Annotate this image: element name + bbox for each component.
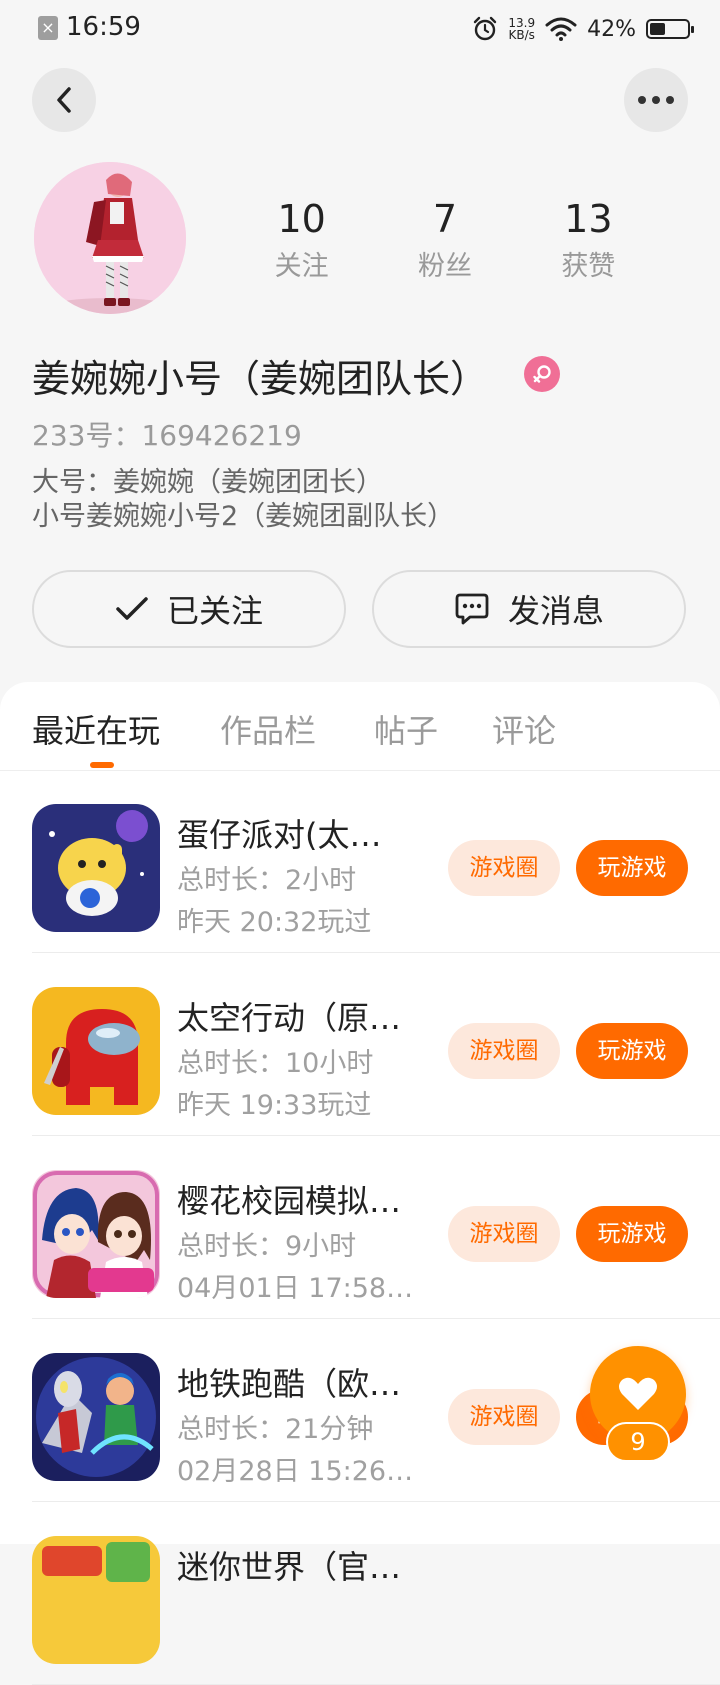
wifi-icon bbox=[545, 17, 577, 41]
stat-fans[interactable]: 7 粉丝 bbox=[373, 196, 516, 283]
status-right-group: 13.9 KB/s 42% bbox=[472, 12, 694, 46]
tab-comments[interactable]: 评论 bbox=[492, 706, 556, 752]
alarm-icon bbox=[474, 16, 497, 41]
battery-percent: 42% bbox=[587, 16, 636, 42]
tab-posts[interactable]: 帖子 bbox=[374, 706, 438, 752]
game-name: 迷你世界（官… bbox=[177, 1548, 402, 1586]
game-total-time: 总时长：21分钟 bbox=[177, 1414, 374, 1445]
game-icon-eggy-party bbox=[32, 804, 160, 932]
stat-likes[interactable]: 13 获赞 bbox=[517, 196, 660, 283]
network-speed-unit: KB/s bbox=[508, 28, 535, 42]
play-game-button[interactable]: 玩游戏 bbox=[576, 1206, 688, 1262]
game-icon-space-action bbox=[32, 987, 160, 1115]
game-circle-button[interactable]: 游戏圈 bbox=[448, 1023, 560, 1079]
send-message-label: 发消息 bbox=[507, 592, 604, 630]
game-last-played: 04月01日 17:58… bbox=[177, 1273, 414, 1304]
like-count-badge: 9 bbox=[606, 1422, 670, 1462]
game-last-played: 昨天 20:32玩过 bbox=[177, 907, 372, 938]
tab-active-indicator bbox=[90, 762, 114, 768]
stat-value: 10 bbox=[277, 197, 326, 241]
followed-button[interactable]: 已关注 bbox=[32, 570, 346, 648]
game-name: 樱花校园模拟… bbox=[177, 1182, 402, 1220]
stat-label: 获赞 bbox=[561, 251, 616, 282]
game-name: 地铁跑酷（欧… bbox=[177, 1365, 402, 1403]
bio-line: 大号：姜婉婉（姜婉团团长） bbox=[32, 467, 383, 498]
tab-works[interactable]: 作品栏 bbox=[220, 706, 316, 752]
game-name: 蛋仔派对(太… bbox=[177, 816, 382, 854]
chat-bubble-icon bbox=[455, 593, 489, 625]
status-time: 16:59 bbox=[66, 12, 141, 42]
game-circle-button[interactable]: 游戏圈 bbox=[448, 1206, 560, 1262]
tab-bar: 最近在玩 作品栏 帖子 评论 bbox=[0, 682, 720, 771]
battery-level bbox=[650, 23, 665, 35]
game-total-time: 总时长：10小时 bbox=[177, 1048, 374, 1079]
game-list-item[interactable]: 迷你世界（官… bbox=[32, 1502, 720, 1685]
game-last-played: 02月28日 15:26… bbox=[177, 1456, 414, 1487]
profile-bio: 大号：姜婉婉（姜婉团团长） 小号姜婉婉小号2（姜婉团副队长） bbox=[32, 466, 454, 534]
game-list: 蛋仔派对(太… 总时长：2小时 昨天 20:32玩过 游戏圈 玩游戏 太空行动（… bbox=[0, 770, 720, 1685]
tab-recently-played[interactable]: 最近在玩 bbox=[32, 706, 160, 752]
stat-following[interactable]: 10 关注 bbox=[230, 196, 373, 283]
stat-label: 关注 bbox=[274, 251, 329, 282]
game-icon-subway-surfers bbox=[32, 1353, 160, 1481]
account-id: 233号：169426219 bbox=[32, 419, 302, 452]
game-circle-button[interactable]: 游戏圈 bbox=[448, 1389, 560, 1445]
chevron-left-icon bbox=[57, 87, 71, 113]
status-bar: × 16:59 13.9 KB/s 42% bbox=[0, 0, 720, 58]
heart-icon bbox=[619, 1377, 657, 1410]
game-list-item[interactable]: 太空行动（原… 总时长：10小时 昨天 19:33玩过 游戏圈 玩游戏 bbox=[32, 953, 720, 1136]
game-total-time: 总时长：2小时 bbox=[177, 865, 357, 896]
game-icon-mini-world bbox=[32, 1536, 160, 1664]
more-dots-icon bbox=[638, 96, 674, 104]
send-message-button[interactable]: 发消息 bbox=[372, 570, 686, 648]
more-button[interactable] bbox=[624, 68, 688, 132]
avatar-character-image bbox=[34, 162, 186, 314]
battery-icon bbox=[646, 19, 694, 39]
game-list-item[interactable]: 樱花校园模拟… 总时长：9小时 04月01日 17:58… 游戏圈 玩游戏 bbox=[32, 1136, 720, 1319]
network-speed: 13.9 KB/s bbox=[508, 17, 535, 41]
notification-icon: × bbox=[38, 16, 58, 40]
play-game-button[interactable]: 玩游戏 bbox=[576, 1023, 688, 1079]
game-list-item[interactable]: 蛋仔派对(太… 总时长：2小时 昨天 20:32玩过 游戏圈 玩游戏 bbox=[32, 770, 720, 953]
bio-line: 小号姜婉婉小号2（姜婉团副队长） bbox=[32, 501, 455, 532]
back-button[interactable] bbox=[32, 68, 96, 132]
game-icon-sakura-school bbox=[32, 1170, 160, 1298]
female-icon bbox=[524, 356, 560, 392]
stat-label: 粉丝 bbox=[417, 251, 472, 282]
game-total-time: 总时长：9小时 bbox=[177, 1231, 357, 1262]
game-last-played: 昨天 19:33玩过 bbox=[177, 1090, 372, 1121]
stat-value: 13 bbox=[564, 197, 613, 241]
profile-stats: 10 关注 7 粉丝 13 获赞 bbox=[230, 196, 660, 283]
game-name: 太空行动（原… bbox=[177, 999, 402, 1037]
avatar[interactable] bbox=[34, 162, 186, 314]
play-game-button[interactable]: 玩游戏 bbox=[576, 840, 688, 896]
game-circle-button[interactable]: 游戏圈 bbox=[448, 840, 560, 896]
followed-label: 已关注 bbox=[166, 592, 263, 630]
check-icon bbox=[116, 597, 148, 620]
profile-name: 姜婉婉小号（姜婉团队长） bbox=[32, 357, 489, 401]
stat-value: 7 bbox=[432, 197, 458, 241]
